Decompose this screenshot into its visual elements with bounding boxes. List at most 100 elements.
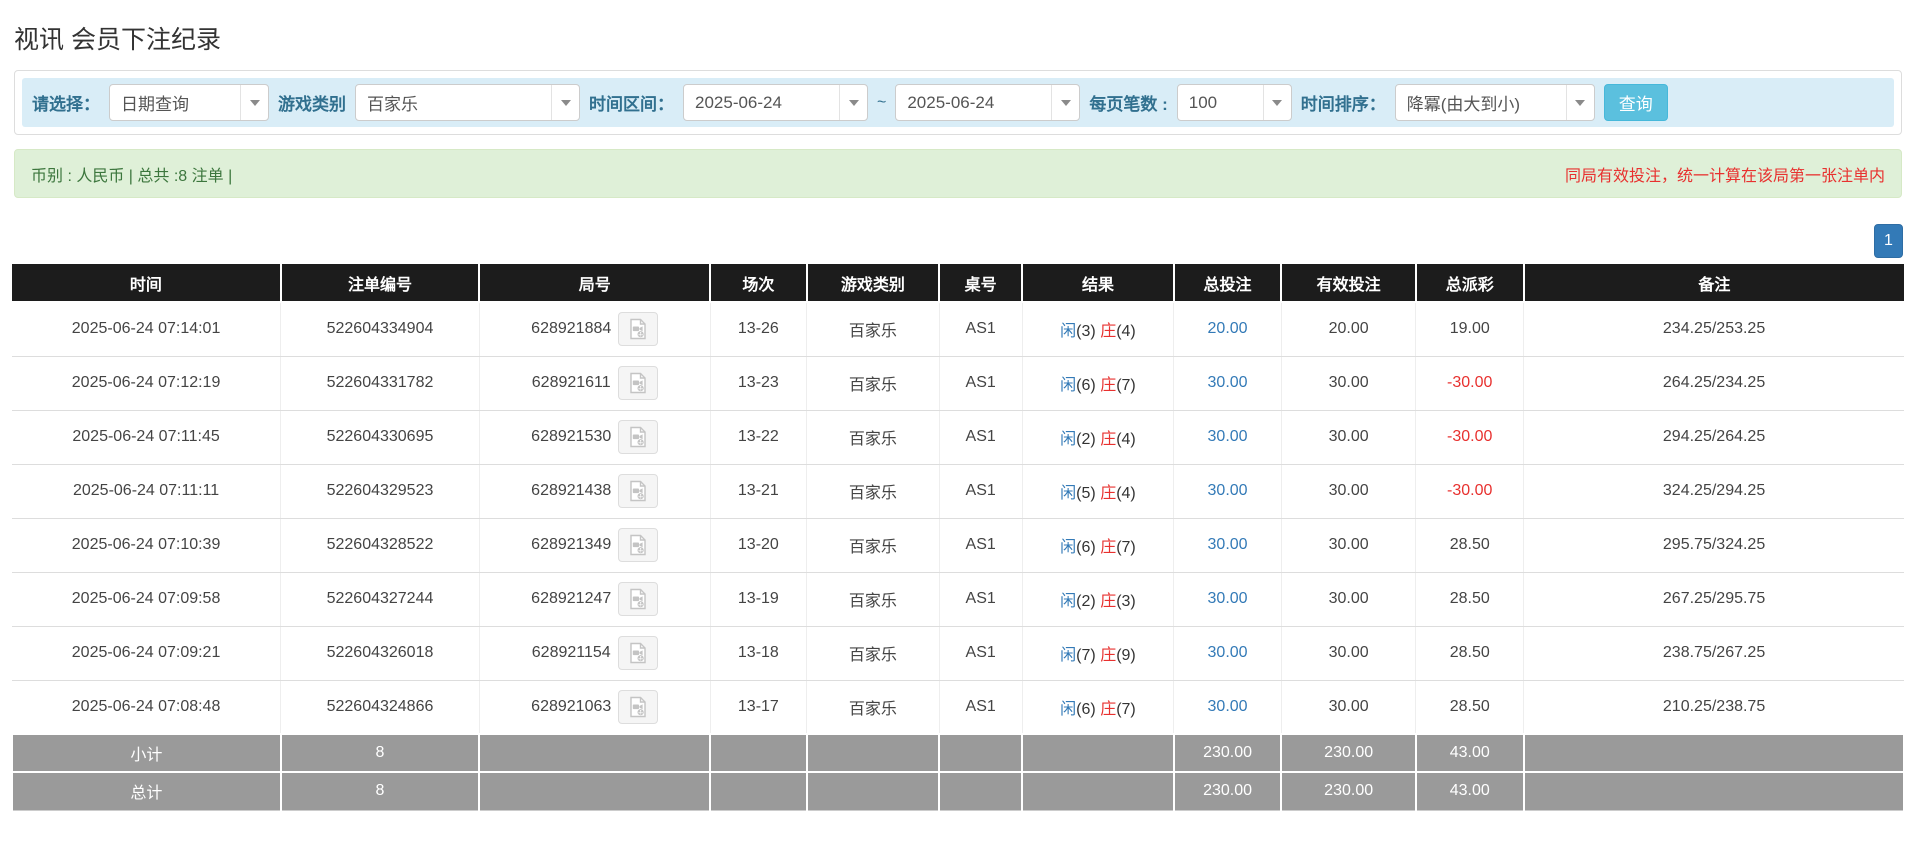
player-result: 闲 xyxy=(1060,593,1077,610)
summary-notice: 同局有效投注，统一计算在该局第一张注单内 xyxy=(1564,167,1885,185)
game-type-label: 游戏类别 xyxy=(278,95,346,114)
total-bet-cell: 20.00 xyxy=(1173,302,1282,357)
player-result: 闲 xyxy=(1060,431,1077,448)
game-type-cell: 百家乐 xyxy=(806,410,940,465)
banker-result: 庄 xyxy=(1100,323,1117,341)
video-replay-button[interactable] xyxy=(617,636,658,670)
table-row: 2025-06-24 07:08:48 522604324866 6289210… xyxy=(12,680,1904,735)
bet-no-cell: 522604334904 xyxy=(280,302,480,357)
banker-result: 庄 xyxy=(1100,485,1117,502)
total-bet-link[interactable]: 20.00 xyxy=(1208,320,1248,337)
banker-score: (4) xyxy=(1116,323,1136,341)
total-bet-link[interactable]: 30.00 xyxy=(1208,482,1248,499)
valid-bet-cell: 30.00 xyxy=(1280,410,1416,465)
player-result: 闲 xyxy=(1060,700,1077,718)
date-range-label: 时间区间： xyxy=(589,95,674,114)
total-bet-link[interactable]: 30.00 xyxy=(1208,590,1248,607)
video-replay-button[interactable] xyxy=(617,366,658,400)
video-document-icon xyxy=(629,642,646,664)
total-bet-link[interactable]: 30.00 xyxy=(1208,644,1248,661)
total-bet-link[interactable]: 30.00 xyxy=(1208,698,1248,715)
subtotal-valid-bet: 230.00 xyxy=(1280,733,1417,773)
round-no-cell: 628921530 xyxy=(478,410,711,465)
sort-order-label: 时间排序： xyxy=(1300,95,1386,114)
total-bet-cell: 30.00 xyxy=(1173,410,1282,465)
pagination-page-1[interactable]: 1 xyxy=(1874,224,1903,258)
player-result: 闲 xyxy=(1060,377,1077,394)
sort-order-select[interactable]: 降冪(由大到小) xyxy=(1394,84,1595,121)
game-type-cell: 百家乐 xyxy=(806,302,940,357)
page-size-select[interactable]: 100 xyxy=(1176,84,1292,121)
player-score: (3) xyxy=(1076,323,1096,341)
payout-cell: 28.50 xyxy=(1415,572,1524,627)
remark-cell: 295.75/324.25 xyxy=(1523,518,1904,573)
col-table-no: 桌号 xyxy=(938,264,1023,303)
remark-cell: 324.25/294.25 xyxy=(1523,464,1904,519)
player-result: 闲 xyxy=(1060,323,1077,341)
table-row: 2025-06-24 07:10:39 522604328522 6289213… xyxy=(12,518,1904,573)
query-type-value: 日期查询 xyxy=(121,95,189,114)
game-type-cell: 百家乐 xyxy=(806,518,940,573)
valid-bet-cell: 30.00 xyxy=(1280,680,1416,735)
round-no-value: 628921154 xyxy=(531,644,611,661)
table-no-cell: AS1 xyxy=(938,680,1023,735)
total-bet-link[interactable]: 30.00 xyxy=(1208,374,1248,391)
result-cell: 闲(6) 庄(7) xyxy=(1021,356,1174,411)
query-type-select[interactable]: 日期查询 xyxy=(109,84,269,121)
banker-result: 庄 xyxy=(1100,539,1117,556)
total-count: 8 xyxy=(279,771,481,811)
round-no-value: 628921884 xyxy=(531,320,612,338)
game-type-cell: 百家乐 xyxy=(806,626,940,681)
page-size-label: 每页笔数 : xyxy=(1089,95,1168,114)
total-label: 总计 xyxy=(11,771,282,811)
total-bet-link[interactable]: 30.00 xyxy=(1208,428,1248,445)
session-cell: 13-26 xyxy=(709,302,807,357)
date-range-separator: ~ xyxy=(877,93,887,111)
banker-score: (7) xyxy=(1116,539,1136,556)
valid-bet-cell: 30.00 xyxy=(1280,356,1416,411)
search-button[interactable]: 查询 xyxy=(1603,84,1668,121)
valid-bet-cell: 20.00 xyxy=(1280,302,1416,357)
time-cell: 2025-06-24 07:11:11 xyxy=(12,464,281,519)
subtotal-label: 小计 xyxy=(11,733,282,773)
chevron-down-icon xyxy=(240,85,268,120)
total-bet-cell: 30.00 xyxy=(1173,518,1282,573)
payout-cell: 19.00 xyxy=(1415,302,1524,357)
result-cell: 闲(2) 庄(3) xyxy=(1021,572,1174,627)
player-result: 闲 xyxy=(1060,485,1077,502)
valid-bet-cell: 30.00 xyxy=(1280,518,1416,573)
col-round-no: 局号 xyxy=(478,264,711,303)
valid-bet-cell: 30.00 xyxy=(1280,464,1416,519)
bet-no-cell: 522604324866 xyxy=(280,680,480,735)
bet-no-cell: 522604326018 xyxy=(280,626,480,681)
session-cell: 13-20 xyxy=(709,518,807,573)
round-no-cell: 628921063 xyxy=(478,680,711,735)
result-cell: 闲(7) 庄(9) xyxy=(1021,626,1174,681)
player-score: (6) xyxy=(1076,377,1096,394)
player-score: (6) xyxy=(1076,700,1096,718)
round-no-cell: 628921247 xyxy=(478,572,711,627)
session-cell: 13-21 xyxy=(709,464,807,519)
video-replay-button[interactable] xyxy=(618,528,659,562)
payout-cell: -30.00 xyxy=(1415,464,1524,519)
video-replay-button[interactable] xyxy=(618,420,659,454)
round-no-value: 628921530 xyxy=(531,428,612,445)
game-type-select[interactable]: 百家乐 xyxy=(355,84,580,121)
session-cell: 13-18 xyxy=(709,626,807,681)
video-replay-button[interactable] xyxy=(618,689,659,724)
video-document-icon xyxy=(630,696,646,717)
result-cell: 闲(6) 庄(7) xyxy=(1021,680,1174,735)
video-document-icon xyxy=(630,426,646,448)
filter-bar: 请选择： 日期查询 游戏类别 百家乐 时间区间： 2025-06-24 ~ 20… xyxy=(22,78,1894,127)
video-replay-button[interactable] xyxy=(618,312,659,347)
table-no-cell: AS1 xyxy=(938,572,1023,627)
filter-panel: 请选择： 日期查询 游戏类别 百家乐 时间区间： 2025-06-24 ~ 20… xyxy=(14,70,1902,135)
date-to-select[interactable]: 2025-06-24 xyxy=(895,84,1081,121)
video-document-icon xyxy=(630,588,646,610)
time-cell: 2025-06-24 07:14:01 xyxy=(12,302,281,357)
total-bet-link[interactable]: 30.00 xyxy=(1208,536,1248,553)
date-from-select[interactable]: 2025-06-24 xyxy=(683,84,868,121)
session-cell: 13-23 xyxy=(709,356,807,411)
video-replay-button[interactable] xyxy=(618,582,659,616)
video-replay-button[interactable] xyxy=(618,474,659,508)
